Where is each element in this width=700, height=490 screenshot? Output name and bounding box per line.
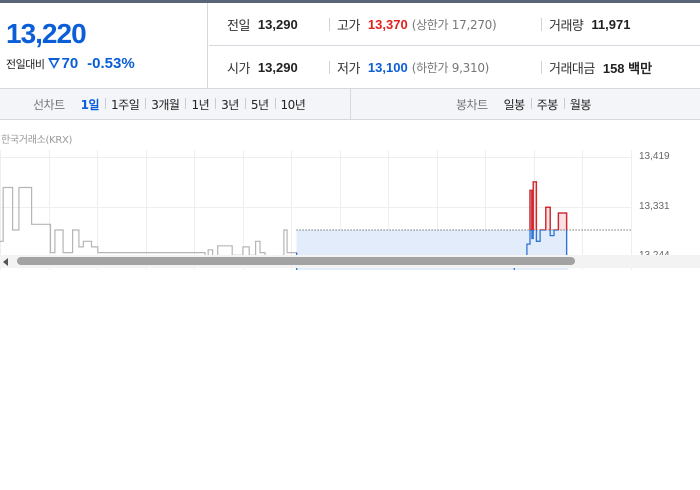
stat-amount: 거래대금 158 백만 — [549, 61, 653, 77]
tabbar-divider — [350, 89, 351, 120]
candle-chart-tabs: 봉차트 일봉 주봉 월봉 — [456, 89, 597, 120]
line-chart-label: 선차트 — [33, 98, 65, 112]
y-tick-label: 13,419 — [639, 151, 670, 162]
tab-1d[interactable]: 1일 — [75, 96, 105, 113]
stat-open: 시가 13,290 — [227, 60, 298, 77]
candle-chart-label: 봉차트 — [456, 98, 488, 112]
chart-scrollbar[interactable] — [0, 255, 700, 268]
stat-low: 저가 13,100 (하한가 9,310) — [337, 60, 490, 77]
tab-monthly-candle[interactable]: 월봉 — [563, 96, 597, 113]
current-price-box: 13,220 전일대비 70 -0.53% — [0, 3, 208, 89]
price-stats: 전일 13,290 고가 13,370 (상한가 17,270) 거래량 11,… — [209, 3, 700, 89]
current-price: 13,220 — [6, 18, 87, 49]
change-label: 전일대비 — [6, 57, 45, 71]
tab-1y[interactable]: 1년 — [185, 96, 215, 113]
tab-10y[interactable]: 10년 — [274, 96, 312, 113]
stat-prev-close: 전일 13,290 — [227, 17, 298, 34]
tab-5y[interactable]: 5년 — [244, 96, 275, 113]
intraday-price-chart: 13,419 13,331 13,244 — [0, 150, 700, 270]
tab-1w[interactable]: 1주일 — [105, 96, 145, 113]
change-percent: -0.53% — [87, 55, 135, 72]
line-chart-tabs: 선차트 1일 1주일 3개월 1년 3년 5년 10년 — [33, 89, 311, 120]
chart-period-tabbar: 선차트 1일 1주일 3개월 1년 3년 5년 10년 봉차트 일봉 주봉 월봉 — [0, 89, 700, 120]
scroll-left-arrow-icon[interactable] — [3, 258, 8, 266]
data-source-label: 한국거래소(KRX) — [1, 135, 73, 146]
above-reference-fill — [296, 181, 568, 230]
y-tick-label: 13,331 — [639, 201, 670, 212]
stat-volume: 거래량 11,971 — [549, 17, 631, 34]
price-change-row: 전일대비 70 -0.53% — [6, 55, 135, 72]
scroll-thumb[interactable] — [17, 257, 575, 265]
down-triangle-icon — [48, 58, 61, 69]
tab-3m[interactable]: 3개월 — [145, 96, 185, 113]
tab-3y[interactable]: 3년 — [215, 96, 245, 113]
stat-high: 고가 13,370 (상한가 17,270) — [337, 17, 497, 34]
price-summary: 13,220 전일대비 70 -0.53% 전일 13,290 고가 13,37… — [0, 3, 700, 89]
tab-weekly-candle[interactable]: 주봉 — [530, 96, 564, 113]
tab-daily-candle[interactable]: 일봉 — [498, 96, 531, 113]
price-chart-svg — [0, 150, 632, 270]
stats-row-1: 전일 13,290 고가 13,370 (상한가 17,270) 거래량 11,… — [209, 3, 700, 46]
change-value: 70 — [61, 55, 79, 72]
stats-row-2: 시가 13,290 저가 13,100 (하한가 9,310) 거래대금 158… — [209, 46, 700, 89]
